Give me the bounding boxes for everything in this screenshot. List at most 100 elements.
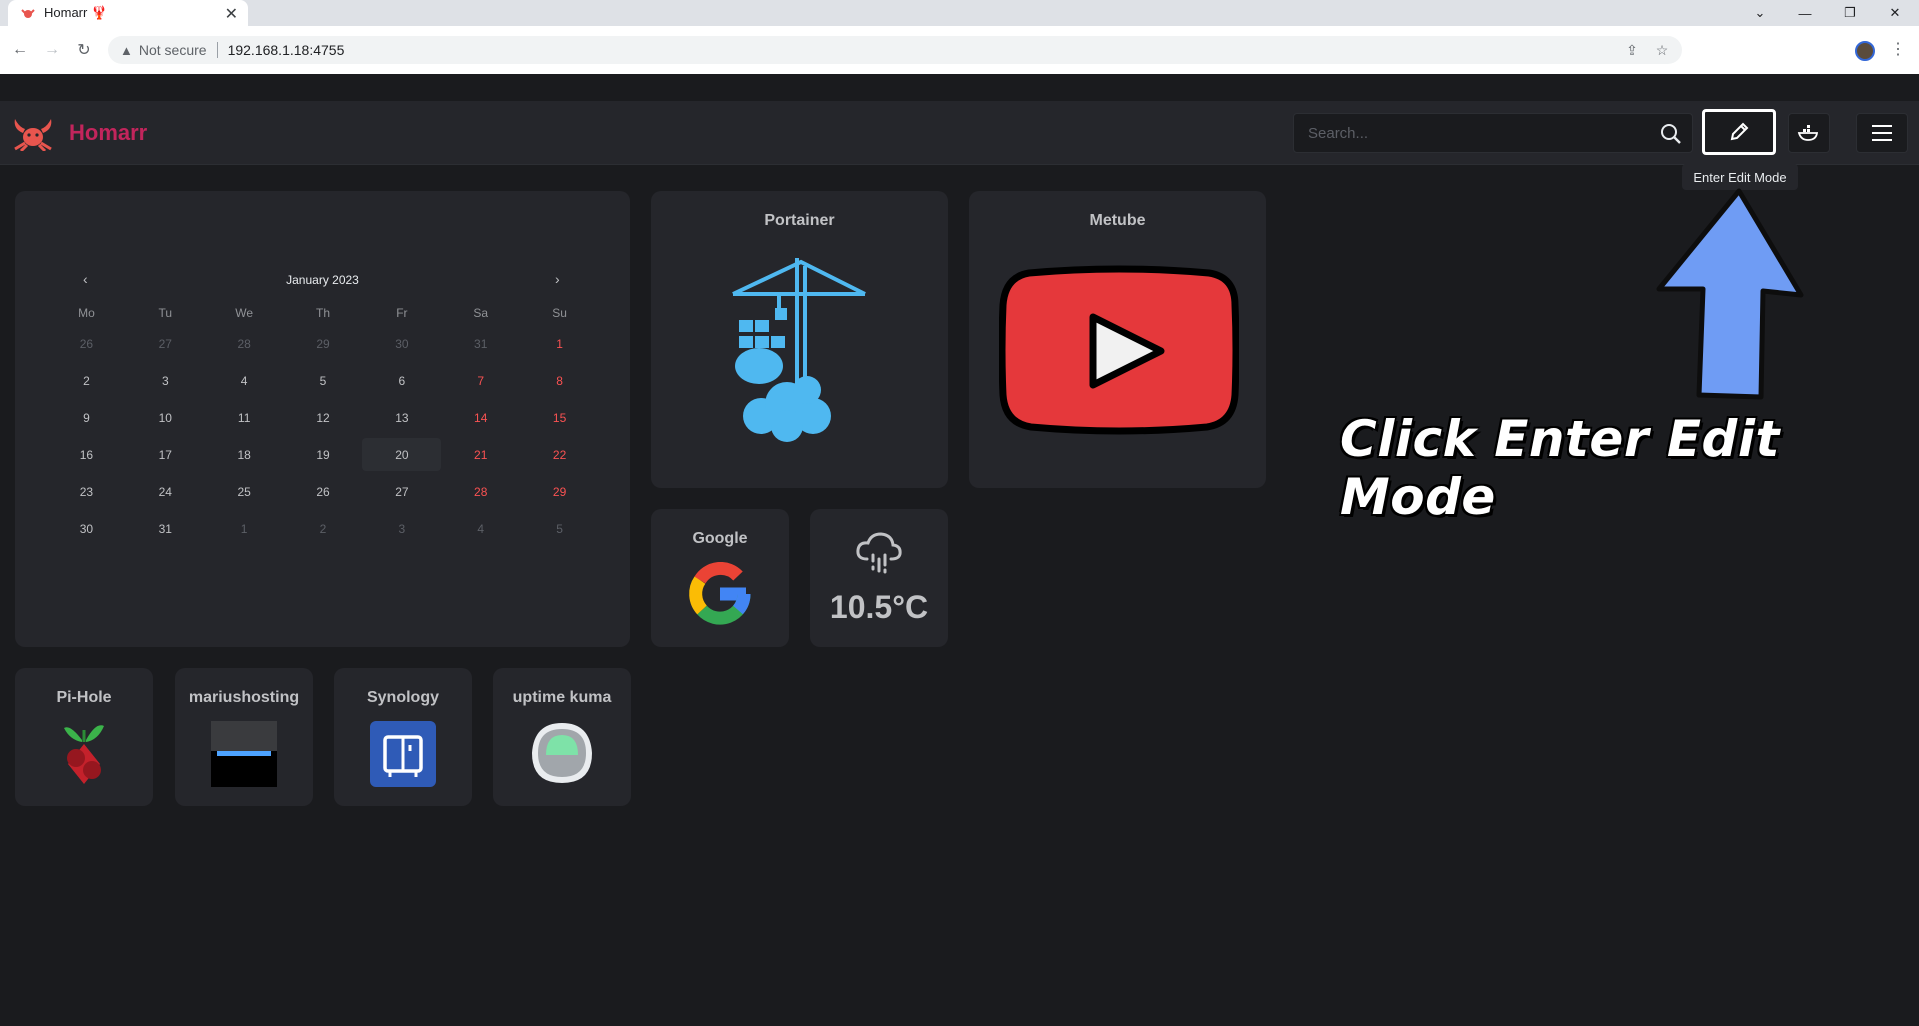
warning-icon: ▲ <box>120 42 133 58</box>
calendar-day[interactable]: 26 <box>284 475 363 508</box>
calendar-week-row: 2 3 4 5 6 7 8 <box>47 362 599 399</box>
calendar-day[interactable]: 22 <box>520 438 599 471</box>
calendar-day[interactable]: 24 <box>126 475 205 508</box>
calendar-day[interactable]: 26 <box>47 327 126 360</box>
reload-icon[interactable]: ↻ <box>72 38 96 62</box>
synology-app-tile[interactable]: Synology <box>334 668 472 806</box>
calendar-day[interactable]: 27 <box>126 327 205 360</box>
calendar-day[interactable]: 3 <box>362 512 441 545</box>
mariushosting-title: mariushosting <box>188 689 300 706</box>
calendar-day[interactable]: 28 <box>441 475 520 508</box>
uptime-kuma-logo-icon <box>532 723 592 783</box>
security-indicator[interactable]: ▲ Not secure <box>108 42 207 58</box>
docker-icon <box>1797 125 1819 141</box>
calendar-day[interactable]: 28 <box>205 327 284 360</box>
calendar-day[interactable]: 17 <box>126 438 205 471</box>
forward-icon[interactable]: → <box>40 38 64 62</box>
browser-address-bar: ← → ↻ ▲ Not secure 192.168.1.18:4755 ⇪ ☆… <box>0 26 1919 74</box>
google-app-tile[interactable]: Google <box>651 509 789 647</box>
tab-search-icon[interactable]: ⌄ <box>1737 0 1783 26</box>
weather-temperature: 10.5°C <box>829 589 929 625</box>
uptime-kuma-app-tile[interactable]: uptime kuma <box>493 668 631 806</box>
homarr-logo-icon <box>9 115 57 153</box>
calendar-day[interactable]: 18 <box>205 438 284 471</box>
weekday-label: We <box>235 306 254 320</box>
calendar-day[interactable]: 12 <box>284 401 363 434</box>
search-box[interactable] <box>1293 113 1693 153</box>
portainer-logo-icon <box>732 258 866 442</box>
calendar-day[interactable]: 6 <box>362 364 441 397</box>
calendar-day[interactable]: 16 <box>47 438 126 471</box>
calendar-day[interactable]: 30 <box>47 512 126 545</box>
calendar-day[interactable]: 2 <box>284 512 363 545</box>
calendar-day[interactable]: 3 <box>126 364 205 397</box>
pihole-app-tile[interactable]: Pi-Hole <box>15 668 153 806</box>
calendar-widget: ‹ January 2023 › Mo Tu We Th Fr Sa Su 26… <box>15 191 630 647</box>
search-icon[interactable] <box>1660 123 1682 150</box>
portainer-app-tile[interactable]: Portainer <box>651 191 948 488</box>
weekday-label: Mo <box>78 306 95 320</box>
browser-tab-bar: Homarr 🦞 ✕ ⌄ — ❐ ✕ <box>0 0 1919 26</box>
calendar-next-button[interactable]: › <box>555 271 560 287</box>
share-icon[interactable]: ⇪ <box>1623 41 1641 59</box>
uptime-kuma-title: uptime kuma <box>512 689 612 706</box>
back-icon[interactable]: ← <box>8 38 32 62</box>
calendar-day[interactable]: 11 <box>205 401 284 434</box>
browser-tab[interactable]: Homarr 🦞 ✕ <box>8 0 248 26</box>
calendar-day[interactable]: 27 <box>362 475 441 508</box>
weekday-label: Fr <box>396 306 408 320</box>
search-input[interactable] <box>1308 124 1648 142</box>
brand-name: Homarr <box>69 120 148 145</box>
calendar-day[interactable]: 31 <box>126 512 205 545</box>
browser-tab-title: Homarr 🦞 <box>44 5 108 20</box>
app-header: Homarr <box>0 101 1919 165</box>
metube-app-tile[interactable]: Metube <box>969 191 1266 488</box>
tutorial-instruction-text: Click Enter Edit Mode <box>1340 410 1780 526</box>
calendar-day[interactable]: 25 <box>205 475 284 508</box>
close-window-icon[interactable]: ✕ <box>1872 0 1918 26</box>
calendar-day[interactable]: 5 <box>520 512 599 545</box>
omnibox[interactable]: ▲ Not secure 192.168.1.18:4755 ⇪ ☆ <box>108 36 1682 64</box>
weather-widget: 10.5°C <box>810 509 948 647</box>
docker-button[interactable] <box>1788 113 1830 153</box>
calendar-day[interactable]: 15 <box>520 401 599 434</box>
calendar-day[interactable]: 19 <box>284 438 363 471</box>
minimize-icon[interactable]: — <box>1782 0 1828 26</box>
profile-avatar[interactable] <box>1855 41 1875 61</box>
calendar-day[interactable]: 13 <box>362 401 441 434</box>
calendar-day[interactable]: 2 <box>47 364 126 397</box>
calendar-day[interactable]: 23 <box>47 475 126 508</box>
calendar-week-row: 16 17 18 19 20 21 22 <box>47 436 599 473</box>
metube-title: Metube <box>1089 212 1146 229</box>
calendar-day[interactable]: 29 <box>520 475 599 508</box>
pihole-title: Pi-Hole <box>56 689 112 706</box>
restore-icon[interactable]: ❐ <box>1827 0 1873 26</box>
mariushosting-app-tile[interactable]: mariushosting <box>175 668 313 806</box>
calendar-grid: Mo Tu We Th Fr Sa Su 26 27 28 29 30 31 1… <box>47 301 599 547</box>
close-tab-icon[interactable]: ✕ <box>225 4 238 24</box>
calendar-day[interactable]: 31 <box>441 327 520 360</box>
calendar-day[interactable]: 4 <box>441 512 520 545</box>
calendar-day[interactable]: 9 <box>47 401 126 434</box>
calendar-day[interactable]: 10 <box>126 401 205 434</box>
calendar-day[interactable]: 1 <box>205 512 284 545</box>
calendar-day[interactable]: 21 <box>441 438 520 471</box>
portainer-title: Portainer <box>764 212 835 229</box>
calendar-day[interactable]: 4 <box>205 364 284 397</box>
calendar-day[interactable]: 29 <box>284 327 363 360</box>
calendar-day[interactable]: 30 <box>362 327 441 360</box>
calendar-day[interactable]: 8 <box>520 364 599 397</box>
hamburger-menu-button[interactable] <box>1856 113 1908 153</box>
browser-menu-icon[interactable]: ⋮ <box>1890 39 1906 59</box>
synology-title: Synology <box>366 689 439 706</box>
calendar-day[interactable]: 7 <box>441 364 520 397</box>
calendar-day[interactable]: 14 <box>441 401 520 434</box>
enter-edit-mode-button[interactable] <box>1702 109 1776 155</box>
calendar-day[interactable]: 5 <box>284 364 363 397</box>
calendar-day[interactable]: 1 <box>520 327 599 360</box>
hamburger-menu-icon <box>1872 125 1892 141</box>
bookmark-star-icon[interactable]: ☆ <box>1653 41 1671 59</box>
calendar-day-today[interactable]: 20 <box>362 438 442 471</box>
calendar-week-row: 9 10 11 12 13 14 15 <box>47 399 599 436</box>
calendar-month-label[interactable]: January 2023 <box>15 273 630 287</box>
